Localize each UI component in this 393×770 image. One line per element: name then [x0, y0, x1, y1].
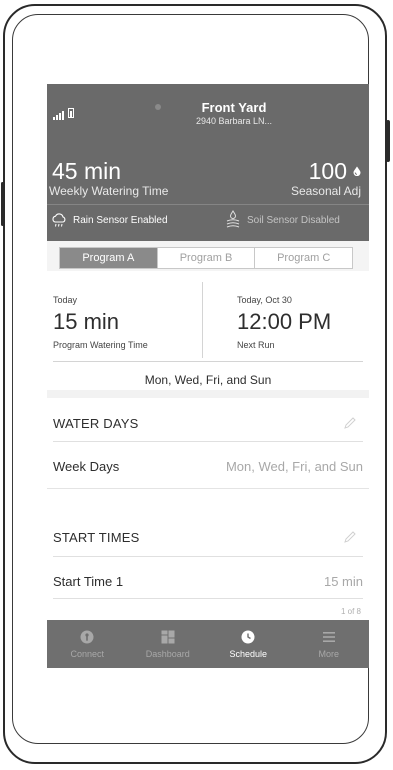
app-screen: Front Yard 2940 Barbara LN... 45 min Wee…: [47, 84, 369, 668]
next-run-label: Next Run: [237, 340, 275, 350]
tab-program-b[interactable]: Program B: [156, 248, 255, 268]
start-time-row-divider: [53, 598, 363, 599]
nav-dashboard[interactable]: Dashboard: [128, 620, 209, 668]
clock-icon: [241, 630, 255, 644]
nav-schedule[interactable]: Schedule: [208, 620, 289, 668]
seasonal-adj-value: 100: [308, 158, 347, 184]
water-drop-icon: [353, 166, 361, 176]
next-run-time: 12:00 PM: [237, 309, 332, 334]
soil-sensor-status[interactable]: Soil Sensor Disabled: [225, 210, 340, 230]
volume-button: [1, 182, 4, 226]
weekly-watering-value: 45 min: [52, 158, 122, 184]
nav-connect-label: Connect: [70, 649, 105, 659]
start-times-title: START TIMES: [53, 530, 140, 545]
summary-bottom-divider: [53, 361, 363, 362]
tab-program-c[interactable]: Program C: [254, 248, 353, 268]
tab-program-a[interactable]: Program A: [60, 248, 157, 268]
soil-sensor-icon: [226, 210, 240, 228]
weekly-watering-label: Weekly Watering Time: [49, 184, 169, 198]
bottom-navigation: Connect Dashboard Schedule More: [47, 620, 369, 668]
program-watering-label: Program Watering Time: [53, 340, 148, 350]
seasonal-adj-label: Seasonal Adj: [290, 184, 361, 198]
next-run-date: Today, Oct 30: [237, 295, 292, 305]
section-gap: [47, 488, 369, 519]
water-days-title: WATER DAYS: [53, 416, 139, 431]
menu-icon: [322, 632, 335, 642]
nav-connect[interactable]: Connect: [47, 620, 128, 668]
rain-sensor-label: Rain Sensor Enabled: [73, 214, 168, 226]
section-separator: [47, 390, 369, 398]
nav-more-label: More: [318, 649, 339, 659]
summary-divider: [202, 282, 203, 358]
nav-more[interactable]: More: [289, 620, 370, 668]
program-watering-value: 15 min: [53, 309, 120, 334]
connect-icon: [80, 630, 94, 644]
week-days-value[interactable]: Mon, Wed, Fri, and Sun: [226, 459, 363, 474]
start-time-1-label[interactable]: Start Time 1: [53, 574, 123, 589]
nav-schedule-label: Schedule: [229, 649, 268, 659]
water-days-divider: [53, 441, 363, 442]
rain-cloud-icon: [52, 213, 66, 227]
start-times-divider: [53, 556, 363, 557]
power-button: [386, 120, 390, 162]
start-times-pager: 1 of 8: [340, 607, 361, 616]
week-days-label[interactable]: Week Days: [53, 459, 119, 474]
controller-header: Front Yard 2940 Barbara LN... 45 min Wee…: [47, 84, 369, 241]
today-label: Today: [53, 295, 78, 305]
soil-sensor-label: Soil Sensor Disabled: [247, 214, 340, 226]
site-address: 2940 Barbara LN...: [195, 116, 273, 126]
site-name[interactable]: Front Yard: [47, 100, 369, 115]
rain-sensor-status[interactable]: Rain Sensor Enabled: [51, 212, 168, 228]
header-divider: [47, 204, 369, 205]
edit-water-days-pencil-icon[interactable]: [343, 416, 357, 430]
program-days-summary: Mon, Wed, Fri, and Sun: [144, 373, 272, 387]
nav-dashboard-label: Dashboard: [145, 649, 190, 659]
program-tabs: Program A Program B Program C: [59, 247, 353, 269]
dashboard-icon: [161, 630, 175, 644]
start-time-1-value[interactable]: 15 min: [324, 574, 363, 589]
edit-start-times-pencil-icon[interactable]: [343, 530, 357, 544]
